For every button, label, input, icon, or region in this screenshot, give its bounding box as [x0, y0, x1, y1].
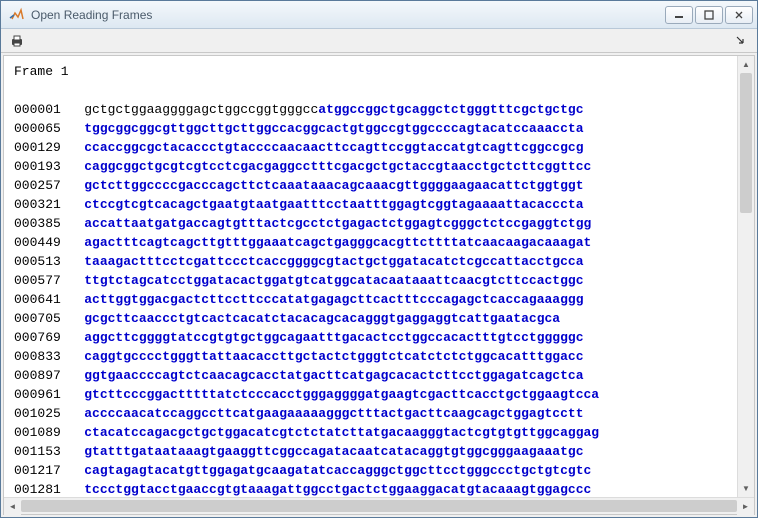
titlebar: Open Reading Frames	[1, 1, 757, 29]
scroll-right-button[interactable]: ►	[737, 498, 754, 515]
maximize-button[interactable]	[695, 6, 723, 24]
sequence-line: 000705 gcgcttcaaccctgtcactcacatctacacagc…	[14, 309, 727, 328]
sequence-line: 000641 acttggtggacgactcttccttcccatatgaga…	[14, 290, 727, 309]
orf-sequence: gctcttggccccgacccagcttctcaaataaacagcaaac…	[84, 178, 583, 193]
position-label: 000577	[14, 273, 84, 288]
content-inner: Frame 1 000001 gctgctggaaggggagctggccggtg…	[3, 55, 755, 515]
orf-sequence: cagtagagtacatgttggagatgcaagatatcaccagggc…	[84, 463, 591, 478]
position-label: 001025	[14, 406, 84, 421]
sequence-line: 000961 gtcttcccggactttttatctcccacctgggag…	[14, 385, 727, 404]
orf-sequence: ttgtctagcatcctggatacactggatgtcatggcataca…	[84, 273, 583, 288]
position-label: 001281	[14, 482, 84, 497]
orf-sequence: accccaacatccaggccttcatgaagaaaaagggctttac…	[84, 406, 583, 421]
sequence-line: 000577 ttgtctagcatcctggatacactggatgtcatg…	[14, 271, 727, 290]
orf-sequence: acttggtggacgactcttccttcccatatgagagcttcac…	[84, 292, 583, 307]
horizontal-scrollbar[interactable]: ◄ ►	[4, 497, 754, 514]
sequence-text[interactable]: Frame 1 000001 gctgctggaaggggagctggccggtg…	[4, 56, 737, 497]
position-label: 000385	[14, 216, 84, 231]
content-area: Frame 1 000001 gctgctggaaggggagctggccggtg…	[1, 53, 757, 517]
sequence-line: 000001 gctgctggaaggggagctggccggtgggccatg…	[14, 100, 727, 119]
sequence-line: 001217 cagtagagtacatgttggagatgcaagatatca…	[14, 461, 727, 480]
sequence-line: 000321 ctccgtcgtcacagctgaatgtaatgaatttcc…	[14, 195, 727, 214]
sequence-line: 000385 accattaatgatgaccagtgtttactcgcctct…	[14, 214, 727, 233]
sequence-line: 000257 gctcttggccccgacccagcttctcaaataaac…	[14, 176, 727, 195]
sequence-line: 000769 aggcttcggggtatccgtgtgctggcagaattt…	[14, 328, 727, 347]
orf-sequence: tccctggtacctgaaccgtgtaaagattggcctgactctg…	[84, 482, 591, 497]
hscroll-thumb[interactable]	[21, 500, 737, 512]
position-label: 000449	[14, 235, 84, 250]
sequence-line: 000193 caggcggctgcgtcgtcctcgacgaggcctttc…	[14, 157, 727, 176]
orf-sequence: gtcttcccggactttttatctcccacctgggaggggatga…	[84, 387, 599, 402]
sequence-line: 000449 agactttcagtcagcttgtttggaaatcagctg…	[14, 233, 727, 252]
sequence-line: 000065 tggcggcggcgttggcttgcttggccacggcac…	[14, 119, 727, 138]
position-label: 000513	[14, 254, 84, 269]
orf-sequence: ctacatccagacgctgctggacatcgtctctatcttatga…	[84, 425, 599, 440]
sequence-line: 001153 gtatttgataataaagtgaaggttcggccagat…	[14, 442, 727, 461]
sequence-line: 001089 ctacatccagacgctgctggacatcgtctctat…	[14, 423, 727, 442]
position-label: 001217	[14, 463, 84, 478]
position-label: 000897	[14, 368, 84, 383]
minimize-button[interactable]	[665, 6, 693, 24]
orf-sequence: caggcggctgcgtcgtcctcgacgaggcctttcgacgctg…	[84, 159, 591, 174]
orf-sequence: ccaccggcgctacaccctgtaccccaacaacttccagttc…	[84, 140, 583, 155]
scroll-down-button[interactable]: ▼	[738, 480, 754, 497]
sequence-line: 000513 taaagactttcctcgattccctcaccggggcgt…	[14, 252, 727, 271]
vertical-scrollbar[interactable]: ▲ ▼	[737, 56, 754, 497]
position-label: 000705	[14, 311, 84, 326]
orf-sequence: accattaatgatgaccagtgtttactcgcctctgagactc…	[84, 216, 591, 231]
position-label: 000065	[14, 121, 84, 136]
orf-sequence: taaagactttcctcgattccctcaccggggcgtactgctg…	[84, 254, 583, 269]
position-label: 000193	[14, 159, 84, 174]
scroll-thumb[interactable]	[740, 73, 752, 213]
position-label: 001089	[14, 425, 84, 440]
dock-button[interactable]	[731, 31, 751, 51]
scroll-up-button[interactable]: ▲	[738, 56, 754, 73]
orf-sequence: caggtgcccctgggttattaacaccttgctactctgggtc…	[84, 349, 583, 364]
position-label: 000961	[14, 387, 84, 402]
orf-sequence: ctccgtcgtcacagctgaatgtaatgaatttcctaatttg…	[84, 197, 583, 212]
orf-sequence: ggtgaaccccagtctcaacagcacctatgacttcatgagc…	[84, 368, 583, 383]
close-button[interactable]	[725, 6, 753, 24]
position-label: 000129	[14, 140, 84, 155]
orf-sequence: atggccggctgcaggctctgggtttcgctgctgc	[318, 102, 583, 117]
position-label: 000257	[14, 178, 84, 193]
sequence-line: 000833 caggtgcccctgggttattaacaccttgctact…	[14, 347, 727, 366]
sequence-line: 000897 ggtgaaccccagtctcaacagcacctatgactt…	[14, 366, 727, 385]
orf-sequence: agactttcagtcagcttgtttggaaatcagctgagggcac…	[84, 235, 591, 250]
position-label: 000001	[14, 102, 84, 117]
sequence-line: 001025 accccaacatccaggccttcatgaagaaaaagg…	[14, 404, 727, 423]
print-button[interactable]	[7, 31, 27, 51]
orf-sequence: aggcttcggggtatccgtgtgctggcagaatttgacactc…	[84, 330, 583, 345]
window-controls	[665, 6, 753, 24]
toolbar	[1, 29, 757, 53]
position-label: 001153	[14, 444, 84, 459]
orf-sequence: tggcggcggcgttggcttgcttggccacggcactgtggcc…	[84, 121, 583, 136]
scroll-left-button[interactable]: ◄	[4, 498, 21, 515]
position-label: 000641	[14, 292, 84, 307]
sequence-prefix: gctgctggaaggggagctggccggtgggcc	[84, 102, 318, 117]
hscroll-track[interactable]	[21, 498, 737, 514]
orf-sequence: gtatttgataataaagtgaaggttcggccagatacaatca…	[84, 444, 583, 459]
matlab-icon	[9, 7, 25, 23]
orf-sequence: gcgcttcaaccctgtcactcacatctacacagcacagggt…	[84, 311, 560, 326]
sequence-line: 001281 tccctggtacctgaaccgtgtaaagattggcct…	[14, 480, 727, 497]
position-label: 000321	[14, 197, 84, 212]
window-title: Open Reading Frames	[31, 8, 665, 22]
position-label: 000833	[14, 349, 84, 364]
sequence-line: 000129 ccaccggcgctacaccctgtaccccaacaactt…	[14, 138, 727, 157]
frame-header: Frame 1	[14, 62, 727, 81]
scroll-track[interactable]	[738, 73, 754, 480]
app-window: Open Reading Frames Frame 1 000001 gctgct…	[0, 0, 758, 518]
position-label: 000769	[14, 330, 84, 345]
